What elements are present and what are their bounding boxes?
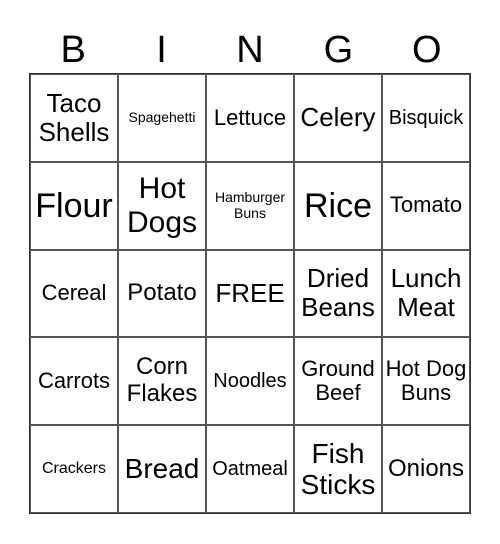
bingo-cell[interactable]: Hot Dogs	[118, 161, 206, 250]
bingo-cell[interactable]: Spagehetti	[118, 74, 206, 162]
bingo-cell[interactable]: Flour	[30, 161, 118, 250]
bingo-cell[interactable]: Hamburger Buns	[206, 161, 294, 250]
bingo-cell[interactable]: Taco Shells	[30, 74, 118, 162]
header-letter-g: G	[323, 29, 354, 71]
bingo-grid: Taco Shells Spagehetti Lettuce Celery Bi…	[29, 73, 471, 514]
bingo-cell[interactable]: Bisquick	[382, 74, 470, 162]
bingo-cell[interactable]: Bread	[118, 425, 206, 513]
header-letter-n: N	[236, 29, 264, 71]
bingo-cell[interactable]: Ground Beef	[294, 337, 382, 426]
bingo-cell[interactable]: Lettuce	[206, 74, 294, 162]
bingo-cell[interactable]: Celery	[294, 74, 382, 162]
bingo-cell[interactable]: Oatmeal	[206, 425, 294, 513]
bingo-cell[interactable]: Onions	[382, 425, 470, 513]
bingo-cell[interactable]: Carrots	[30, 337, 118, 426]
bingo-cell[interactable]: Potato	[118, 249, 206, 338]
bingo-cell[interactable]: Tomato	[382, 161, 470, 250]
bingo-cell[interactable]: Hot Dog Buns	[382, 337, 470, 426]
bingo-cell[interactable]: Crackers	[30, 425, 118, 513]
bingo-cell[interactable]: Fish Sticks	[294, 425, 382, 513]
bingo-cell[interactable]: Rice	[294, 161, 382, 250]
header-letter-b: B	[60, 29, 86, 71]
bingo-cell[interactable]: Dried Beans	[294, 249, 382, 338]
header-letter-i: I	[156, 29, 167, 71]
bingo-header: B I N G O	[29, 28, 471, 72]
bingo-cell[interactable]: Lunch Meat	[382, 249, 470, 338]
bingo-cell[interactable]: Cereal	[30, 249, 118, 338]
free-space[interactable]: FREE	[206, 249, 294, 338]
header-letter-o: O	[411, 29, 442, 71]
bingo-cell[interactable]: Corn Flakes	[118, 337, 206, 426]
bingo-cell[interactable]: Noodles	[206, 337, 294, 426]
